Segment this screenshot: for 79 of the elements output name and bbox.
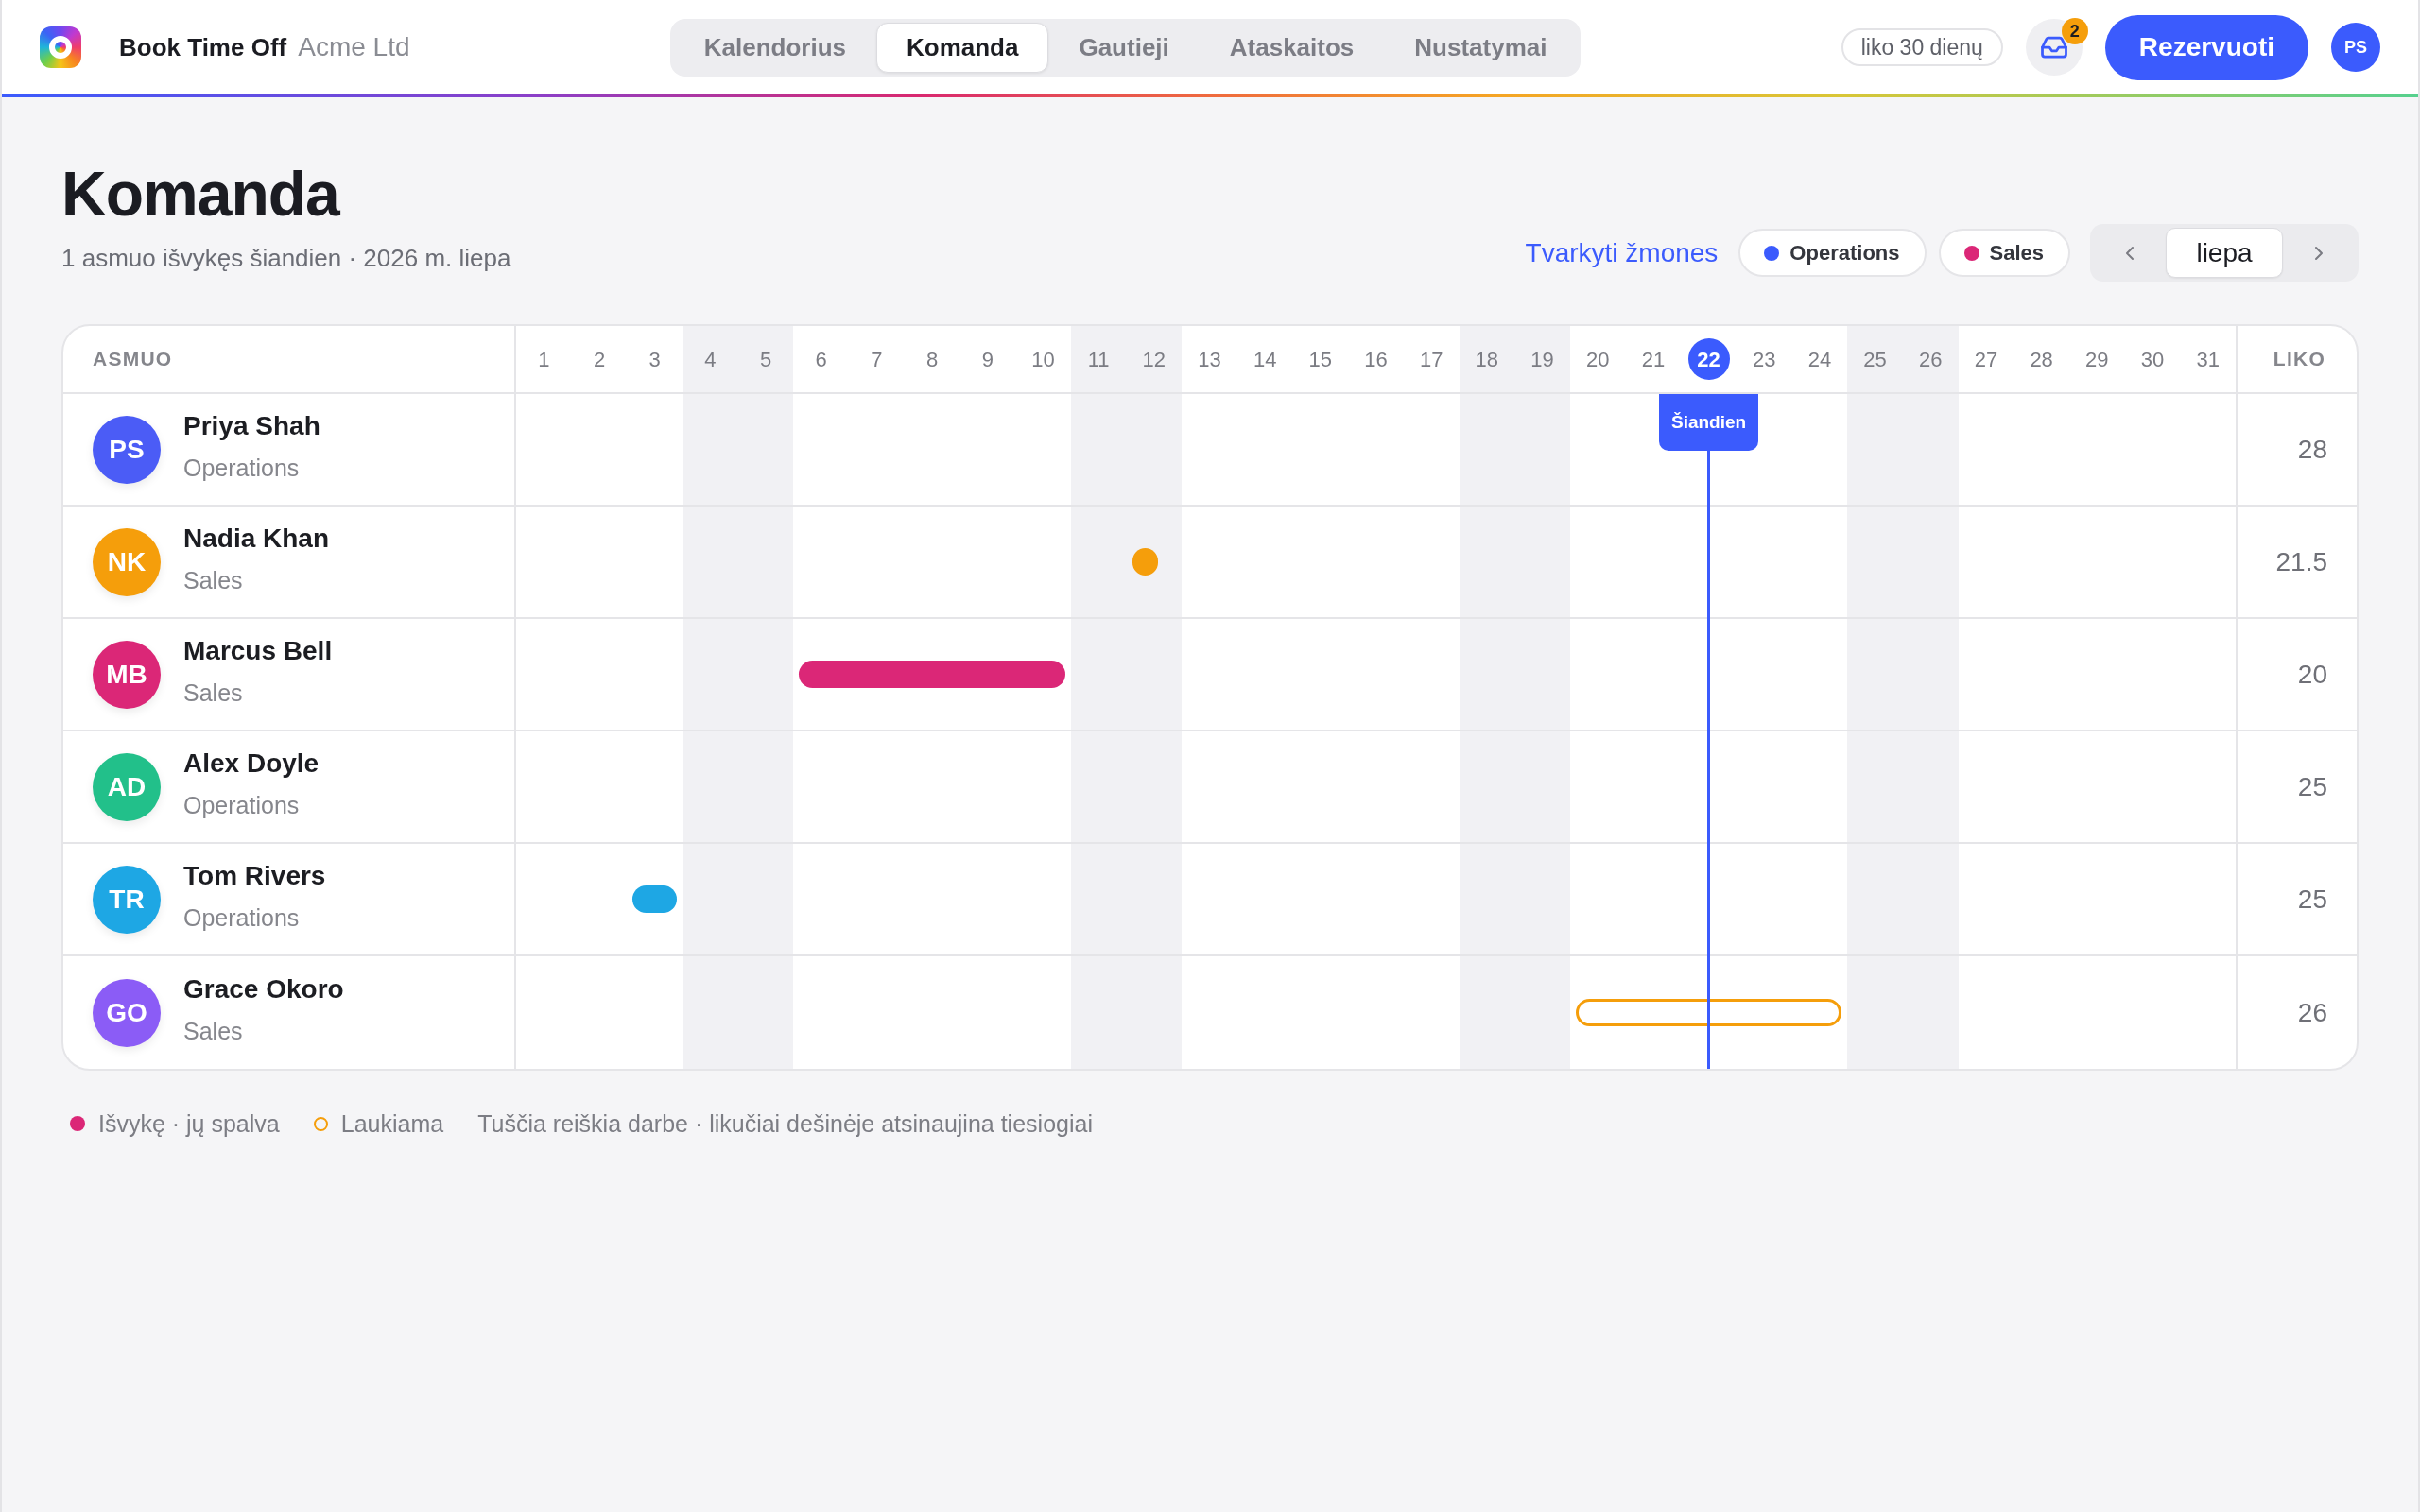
organization-name: Acme Ltd [298, 31, 410, 63]
avatar: GO [93, 978, 161, 1047]
logo-icon [40, 26, 81, 68]
day-number: 9 [981, 346, 994, 373]
day-number: 31 [2196, 346, 2220, 373]
page-subtitle: 1 asmuo išvykęs šiandien · 2026 m. liepa [61, 243, 511, 274]
day-number: 30 [2140, 346, 2165, 373]
day-number: 20 [1585, 346, 1610, 373]
person-name: Priya Shah [183, 409, 320, 442]
book-button[interactable]: Rezervuoti [2104, 14, 2308, 80]
avatar: NK [93, 527, 161, 596]
remaining-days: 20 [2297, 654, 2327, 695]
team-filter-chip[interactable]: Sales [1938, 229, 2070, 277]
avatar: TR [93, 865, 161, 934]
day-number: 5 [759, 346, 772, 373]
team-name: Sales [183, 1016, 244, 1045]
avatar: PS [93, 415, 161, 484]
remaining-days: 21.5 [2275, 541, 2327, 582]
day-number: 13 [1198, 346, 1221, 373]
day-number: 11 [1087, 346, 1110, 373]
day-number: 1 [538, 346, 550, 373]
nav-tab[interactable]: Gautieji [1048, 22, 1200, 73]
team-name: Operations [183, 790, 301, 819]
team-name: Operations [183, 453, 301, 482]
team-name: Sales [183, 565, 244, 594]
avatar: AD [93, 752, 161, 821]
remaining-days: 28 [2297, 429, 2327, 470]
day-number: 23 [1753, 346, 1776, 373]
day-number: 19 [1530, 346, 1554, 373]
day-number: 25 [1863, 346, 1887, 373]
person-name: Nadia Khan [183, 522, 330, 555]
day-number: 22 [1687, 338, 1730, 380]
current-month: liepa [2166, 228, 2283, 278]
day-number: 4 [704, 346, 717, 373]
team-name: Operations [183, 902, 301, 932]
app-name: Book Time Off [119, 31, 287, 63]
column-header: ASMUO [93, 347, 173, 372]
day-number: 17 [1419, 346, 1443, 373]
legend-label: Tuščia reiškia darbe · likučiai dešinėje atsinaujina tiesiogiai [477, 1109, 1093, 1139]
day-number: 7 [871, 346, 883, 373]
day-number: 14 [1253, 346, 1277, 373]
day-number: 12 [1142, 346, 1166, 373]
nav-tab[interactable]: Komanda [875, 22, 1049, 73]
day-number: 2 [593, 346, 606, 373]
day-number: 26 [1919, 346, 1943, 373]
remaining-days: 25 [2297, 879, 2327, 919]
day-number: 27 [1974, 346, 1998, 373]
person-name: Alex Doyle [183, 747, 320, 780]
team-name: Sales [183, 678, 244, 707]
day-number: 3 [648, 346, 661, 373]
legend-label: Laukiama [340, 1109, 444, 1139]
day-number: 10 [1031, 346, 1055, 373]
manage-people-link[interactable]: Tvarkyti žmones [1525, 232, 1719, 273]
person-name: Tom Rivers [183, 859, 326, 892]
days-left-indicator: liko 30 dienų [1841, 28, 2003, 66]
notification-count: 2 [2061, 18, 2088, 44]
day-number: 28 [2030, 346, 2053, 373]
remaining-days: 25 [2297, 766, 2327, 807]
nav-tab[interactable]: Kalendorius [673, 22, 876, 73]
day-number: 18 [1475, 346, 1499, 373]
day-number: 8 [925, 346, 939, 373]
user-avatar[interactable]: PS [2331, 23, 2380, 72]
page-title: Komanda [61, 163, 341, 225]
avatar: MB [93, 640, 161, 709]
person-name: Grace Okoro [183, 972, 344, 1005]
day-number: 15 [1308, 346, 1333, 373]
day-number: 6 [815, 346, 827, 373]
person-name: Marcus Bell [183, 634, 333, 667]
nav-tab[interactable]: Nustatymai [1384, 22, 1578, 73]
nav-tab[interactable]: Ataskaitos [1199, 22, 1385, 73]
day-number: 24 [1807, 346, 1832, 373]
remaining-days: 26 [2297, 992, 2327, 1033]
day-number: 29 [2085, 346, 2109, 373]
today-label: Šiandien [1658, 394, 1759, 451]
column-header: LIKO [2273, 347, 2325, 372]
team-filter-chip[interactable]: Operations [1738, 229, 1927, 277]
day-number: 16 [1364, 346, 1388, 373]
day-number: 21 [1641, 346, 1666, 373]
legend-label: Išvykę · jų spalva [98, 1109, 280, 1139]
